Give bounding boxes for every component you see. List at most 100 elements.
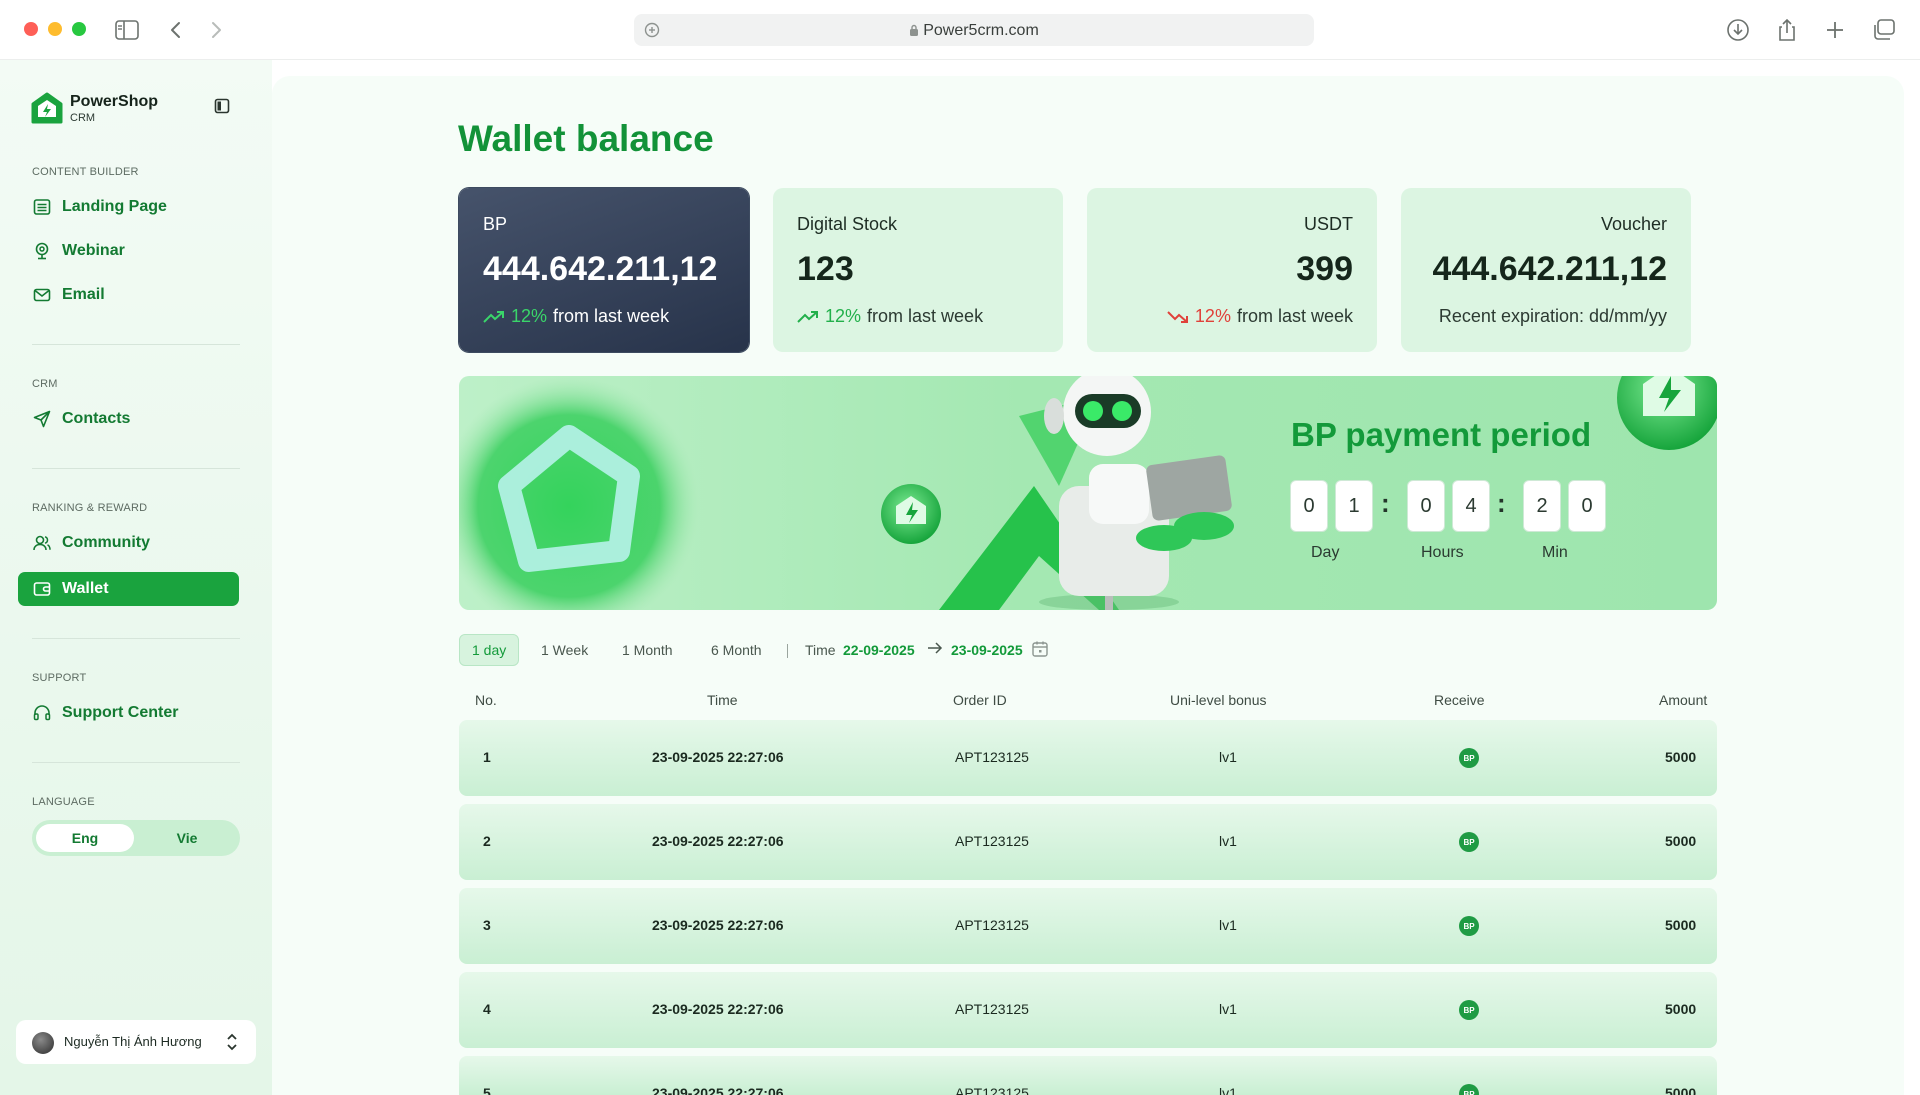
section-content-builder: CONTENT BUILDER xyxy=(32,166,139,178)
sidebar: PowerShop CRM CONTENT BUILDER Landing Pa… xyxy=(0,60,272,1095)
card-value: 444.642.211,12 xyxy=(1432,250,1667,288)
filter-1-week[interactable]: 1 Week xyxy=(529,634,600,666)
brand-name: PowerShop xyxy=(70,93,159,110)
sidebar-item-webinar[interactable]: Webinar xyxy=(18,234,239,268)
cell-bonus: lv1 xyxy=(1219,833,1237,849)
header-order-id: Order ID xyxy=(953,692,1007,708)
trend-note: from last week xyxy=(867,306,984,326)
card-trend: 12% from last week xyxy=(483,306,669,327)
sidebar-item-email[interactable]: Email xyxy=(18,278,239,312)
cell-order-id: APT123125 xyxy=(955,749,1029,765)
cell-time: 23-09-2025 22:27:06 xyxy=(652,1001,784,1017)
collapse-sidebar-icon[interactable] xyxy=(214,98,232,116)
share-icon[interactable] xyxy=(1773,16,1801,44)
trend-note: from last week xyxy=(553,306,670,326)
card-label: USDT xyxy=(1304,214,1353,234)
cell-amount: 5000 xyxy=(1665,749,1697,765)
sidebar-item-wallet[interactable]: Wallet xyxy=(18,572,239,606)
date-from[interactable]: 22-09-2025 xyxy=(843,642,915,658)
countdown-unit-hours: Hours xyxy=(1421,544,1464,561)
voucher-card[interactable]: Voucher 444.642.211,12 Recent expiration… xyxy=(1401,188,1691,352)
headset-icon xyxy=(32,703,52,723)
calendar-icon[interactable] xyxy=(1031,640,1049,663)
layout-icon xyxy=(32,197,52,217)
close-window-button[interactable] xyxy=(24,22,38,36)
section-ranking-reward: RANKING & REWARD xyxy=(32,502,148,514)
sidebar-item-label: Wallet xyxy=(62,580,109,597)
language-option-vie[interactable]: Vie xyxy=(138,824,236,852)
forward-icon[interactable] xyxy=(202,16,230,44)
cell-amount: 5000 xyxy=(1665,1085,1697,1095)
table-row[interactable]: 1 23-09-2025 22:27:06 APT123125 lv1 BP 5… xyxy=(459,720,1717,796)
cell-bonus: lv1 xyxy=(1219,1085,1237,1095)
language-option-eng[interactable]: Eng xyxy=(36,824,134,852)
trend-percent: 12% xyxy=(1194,306,1231,326)
sidebar-item-contacts[interactable]: Contacts xyxy=(18,402,239,436)
download-icon[interactable] xyxy=(1724,16,1752,44)
cell-order-id: APT123125 xyxy=(955,1001,1029,1017)
usdt-card[interactable]: USDT 399 12% from last week xyxy=(1087,188,1377,352)
trend-percent: 12% xyxy=(511,306,548,326)
page-title: Wallet balance xyxy=(458,118,714,159)
new-tab-icon[interactable] xyxy=(1821,16,1849,44)
bp-coin-icon: BP xyxy=(1459,1084,1479,1095)
cell-bonus: lv1 xyxy=(1219,917,1237,933)
trend-percent: 12% xyxy=(825,306,862,326)
bp-balance-card[interactable]: BP 444.642.211,12 12% from last week xyxy=(459,188,749,352)
sidebar-item-label: Support Center xyxy=(62,704,179,721)
cell-time: 23-09-2025 22:27:06 xyxy=(652,1085,784,1095)
wallet-icon xyxy=(32,579,52,599)
sidebar-item-landing-page[interactable]: Landing Page xyxy=(18,190,239,224)
tab-overview-icon[interactable] xyxy=(1870,16,1898,44)
address-bar[interactable]: Power5crm.com xyxy=(634,14,1314,46)
main-panel: Wallet balance BP 444.642.211,12 12% fro… xyxy=(272,76,1904,1095)
voucher-expiration: Recent expiration: dd/mm/yy xyxy=(1438,306,1667,326)
cell-no: 5 xyxy=(483,1085,491,1095)
filter-1-day[interactable]: 1 day xyxy=(459,634,520,666)
card-value: 444.642.211,12 xyxy=(483,250,718,288)
time-label: Time xyxy=(805,642,836,658)
sidebar-toggle-icon[interactable] xyxy=(113,16,141,44)
send-icon xyxy=(32,409,52,429)
header-no: No. xyxy=(475,692,497,708)
trend-up-icon xyxy=(797,310,818,323)
sidebar-divider xyxy=(32,344,240,345)
table-header: No. Time Order ID Uni-level bonus Receiv… xyxy=(459,692,1717,712)
table-row[interactable]: 4 23-09-2025 22:27:06 APT123125 lv1 BP 5… xyxy=(459,972,1717,1048)
webinar-icon xyxy=(32,241,52,261)
table-row[interactable]: 3 23-09-2025 22:27:06 APT123125 lv1 BP 5… xyxy=(459,888,1717,964)
sidebar-item-support-center[interactable]: Support Center xyxy=(18,696,239,730)
countdown-separator: : xyxy=(1497,488,1506,518)
table-row[interactable]: 2 23-09-2025 22:27:06 APT123125 lv1 BP 5… xyxy=(459,804,1717,880)
filter-6-month[interactable]: 6 Month xyxy=(699,634,774,666)
card-trend: 12% from last week xyxy=(1167,306,1353,327)
cell-no: 1 xyxy=(483,749,491,765)
bp-coin-icon: BP xyxy=(1459,832,1479,852)
maximize-window-button[interactable] xyxy=(72,22,86,36)
cell-amount: 5000 xyxy=(1665,1001,1697,1017)
user-menu[interactable]: Nguyễn Thị Ánh Hương xyxy=(16,1020,256,1064)
header-time: Time xyxy=(707,692,738,708)
trend-down-icon xyxy=(1167,310,1188,323)
bp-coin-icon: BP xyxy=(1459,748,1479,768)
countdown-digit: 2 xyxy=(1523,480,1561,532)
card-label: Digital Stock xyxy=(797,214,898,234)
countdown-unit-min: Min xyxy=(1542,544,1568,561)
date-to[interactable]: 23-09-2025 xyxy=(951,642,1023,658)
bp-coin-icon: BP xyxy=(1459,1000,1479,1020)
lock-icon xyxy=(910,24,919,36)
card-value: 399 xyxy=(1296,250,1353,288)
sidebar-divider xyxy=(32,638,240,639)
filter-1-month[interactable]: 1 Month xyxy=(610,634,685,666)
sidebar-item-label: Community xyxy=(62,534,150,551)
user-name: Nguyễn Thị Ánh Hương xyxy=(64,1034,202,1049)
table-row[interactable]: 5 23-09-2025 22:27:06 APT123125 lv1 BP 5… xyxy=(459,1056,1717,1095)
sidebar-item-label: Landing Page xyxy=(62,198,167,215)
filter-separator xyxy=(787,644,788,658)
header-amount: Amount xyxy=(1659,692,1708,708)
sidebar-item-community[interactable]: Community xyxy=(18,526,239,560)
back-icon[interactable] xyxy=(162,16,190,44)
countdown-digit: 4 xyxy=(1452,480,1490,532)
minimize-window-button[interactable] xyxy=(48,22,62,36)
digital-stock-card[interactable]: Digital Stock 123 12% from last week xyxy=(773,188,1063,352)
